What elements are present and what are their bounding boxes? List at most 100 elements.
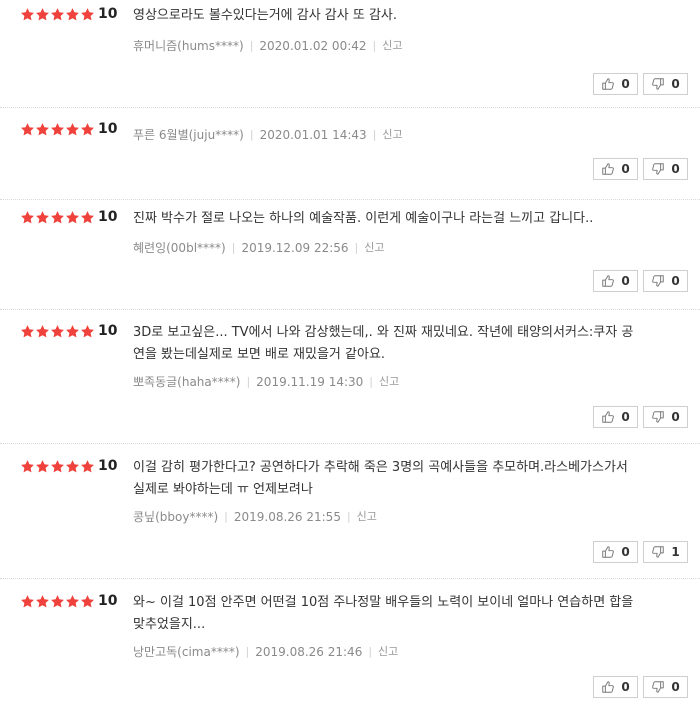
star-icon <box>35 324 50 339</box>
star-rating <box>20 592 95 610</box>
star-icon <box>50 122 65 137</box>
review-meta: 휴머니즘(hums****) | 2020.01.02 00:42 | 신고 <box>133 37 402 55</box>
star-icon <box>80 210 95 225</box>
review-text-line: 실제로 봐야하는데 ㅠ 언제보려나 <box>133 482 313 497</box>
review-date: 2019.08.26 21:55 <box>233 510 341 524</box>
meta-divider: | <box>372 39 377 52</box>
review-date: 2020.01.02 00:42 <box>259 39 367 53</box>
dislike-button[interactable]: 1 <box>643 541 688 563</box>
review-text-line: 3D로 보고싶은... TV에서 나와 감상했는데,. 와 진짜 재밌네요. 작… <box>133 325 634 340</box>
review-score: 10 <box>98 593 118 609</box>
star-icon <box>50 324 65 339</box>
report-link[interactable]: 신고 <box>379 373 399 391</box>
dislike-button[interactable]: 0 <box>643 158 688 180</box>
thumbs-up-icon <box>601 410 621 424</box>
review-item: 10 3D로 보고싶은... TV에서 나와 감상했는데,. 와 진짜 재밌네요.… <box>0 322 700 444</box>
review-text: 영상으로라도 볼수있다는거에 감사 감사 또 감사. <box>133 5 678 27</box>
star-icon <box>50 7 65 22</box>
review-text-line: 이걸 감히 평가한다고? 공연하다가 추락해 죽은 3명의 곡예사들을 추모하며… <box>133 460 628 475</box>
thumbs-up-icon <box>601 545 621 559</box>
meta-divider: | <box>224 510 228 523</box>
reviewer-nickname[interactable]: 휴머니즘(hums****) <box>133 37 244 55</box>
review-score: 10 <box>98 458 118 474</box>
like-button[interactable]: 0 <box>593 73 638 95</box>
dislike-button[interactable]: 0 <box>643 270 688 292</box>
review-score: 10 <box>98 121 118 137</box>
meta-divider: | <box>249 128 254 141</box>
like-button[interactable]: 0 <box>593 676 638 698</box>
review-text-line: 영상으로라도 볼수있다는거에 감사 감사 또 감사. <box>133 8 397 23</box>
meta-divider: | <box>246 375 251 388</box>
review-date: 2019.11.19 14:30 <box>256 375 364 389</box>
review-meta: 콩닢(bboy****) | 2019.08.26 21:55 | 신고 <box>133 508 377 526</box>
review-score: 10 <box>98 209 118 225</box>
thumbs-up-icon <box>601 680 621 694</box>
star-icon <box>65 594 80 609</box>
dislike-count: 0 <box>671 410 680 424</box>
thumbs-up-icon <box>601 274 621 288</box>
like-count: 0 <box>621 410 630 424</box>
thumbs-down-icon <box>651 274 671 288</box>
star-icon <box>20 122 35 137</box>
review-item: 10 영상으로라도 볼수있다는거에 감사 감사 또 감사. 휴머니즘(hums***… <box>0 5 700 108</box>
report-link[interactable]: 신고 <box>382 126 402 144</box>
star-icon <box>50 594 65 609</box>
meta-divider: | <box>369 375 373 388</box>
like-button[interactable]: 0 <box>593 406 638 428</box>
meta-divider: | <box>231 241 236 254</box>
thumbs-up-icon <box>601 77 621 91</box>
review-item: 10 이걸 감히 평가한다고? 공연하다가 추락해 죽은 3명의 곡예사들을 추모… <box>0 457 700 579</box>
star-icon <box>80 122 95 137</box>
like-count: 0 <box>621 680 630 694</box>
review-text-line: 맞추었을지... <box>133 617 206 632</box>
review-score: 10 <box>98 323 118 339</box>
dislike-count: 0 <box>671 77 680 91</box>
like-button[interactable]: 0 <box>593 270 638 292</box>
reviewer-nickname[interactable]: 푸른 6월별(juju****) <box>133 126 244 144</box>
dislike-button[interactable]: 0 <box>643 73 688 95</box>
like-count: 0 <box>621 77 630 91</box>
star-icon <box>65 122 80 137</box>
star-rating <box>20 120 95 138</box>
star-icon <box>65 210 80 225</box>
star-icon <box>65 324 80 339</box>
dislike-count: 0 <box>671 680 680 694</box>
report-link[interactable]: 신고 <box>382 37 402 55</box>
review-text-line: 연을 봤는데실제로 보면 배로 재밌을거 같아요. <box>133 347 386 362</box>
reviewer-nickname[interactable]: 뽀족동글(haha****) <box>133 373 240 391</box>
like-count: 0 <box>621 274 630 288</box>
dislike-button[interactable]: 0 <box>643 406 688 428</box>
report-link[interactable]: 신고 <box>364 239 384 257</box>
report-link[interactable]: 신고 <box>357 508 377 526</box>
review-score: 10 <box>98 6 118 22</box>
reviewer-nickname[interactable]: 혜련잉(00bl****) <box>133 239 226 257</box>
thumbs-up-icon <box>601 162 621 176</box>
meta-divider: | <box>354 241 359 254</box>
star-icon <box>65 459 80 474</box>
dislike-count: 1 <box>671 545 680 559</box>
reviewer-nickname[interactable]: 낭만고독(cima****) <box>133 643 240 661</box>
thumbs-down-icon <box>651 410 671 424</box>
review-text: 와~ 이걸 10점 안주면 어떤걸 10점 주나정말 배우들의 노력이 보이네 … <box>133 592 678 636</box>
review-meta: 낭만고독(cima****) | 2019.08.26 21:46 | 신고 <box>133 643 398 661</box>
review-text-line: 와~ 이걸 10점 안주면 어떤걸 10점 주나정말 배우들의 노력이 보이네 … <box>133 595 634 610</box>
review-text: 3D로 보고싶은... TV에서 나와 감상했는데,. 와 진짜 재밌네요. 작… <box>133 322 678 366</box>
vote-buttons: 00 <box>588 406 688 428</box>
report-link[interactable]: 신고 <box>378 643 398 661</box>
star-icon <box>20 459 35 474</box>
star-icon <box>35 210 50 225</box>
star-rating <box>20 322 95 340</box>
like-count: 0 <box>621 545 630 559</box>
dislike-button[interactable]: 0 <box>643 676 688 698</box>
review-text: 진짜 박수가 절로 나오는 하나의 예술작품. 이런게 예술이구나 라는걸 느끼… <box>133 208 678 230</box>
review-text-line: 진짜 박수가 절로 나오는 하나의 예술작품. 이런게 예술이구나 라는걸 느끼… <box>133 211 594 226</box>
like-button[interactable]: 0 <box>593 158 638 180</box>
vote-buttons: 00 <box>588 270 688 292</box>
reviewer-nickname[interactable]: 콩닢(bboy****) <box>133 508 218 526</box>
review-item: 10 와~ 이걸 10점 안주면 어떤걸 10점 주나정말 배우들의 노력이 보이… <box>0 592 700 713</box>
star-rating <box>20 5 95 23</box>
meta-divider: | <box>368 645 373 658</box>
review-item: 10 진짜 박수가 절로 나오는 하나의 예술작품. 이런게 예술이구나 라는걸 … <box>0 208 700 310</box>
like-button[interactable]: 0 <box>593 541 638 563</box>
review-meta: 푸른 6월별(juju****) | 2020.01.01 14:43 | 신고 <box>133 126 403 144</box>
